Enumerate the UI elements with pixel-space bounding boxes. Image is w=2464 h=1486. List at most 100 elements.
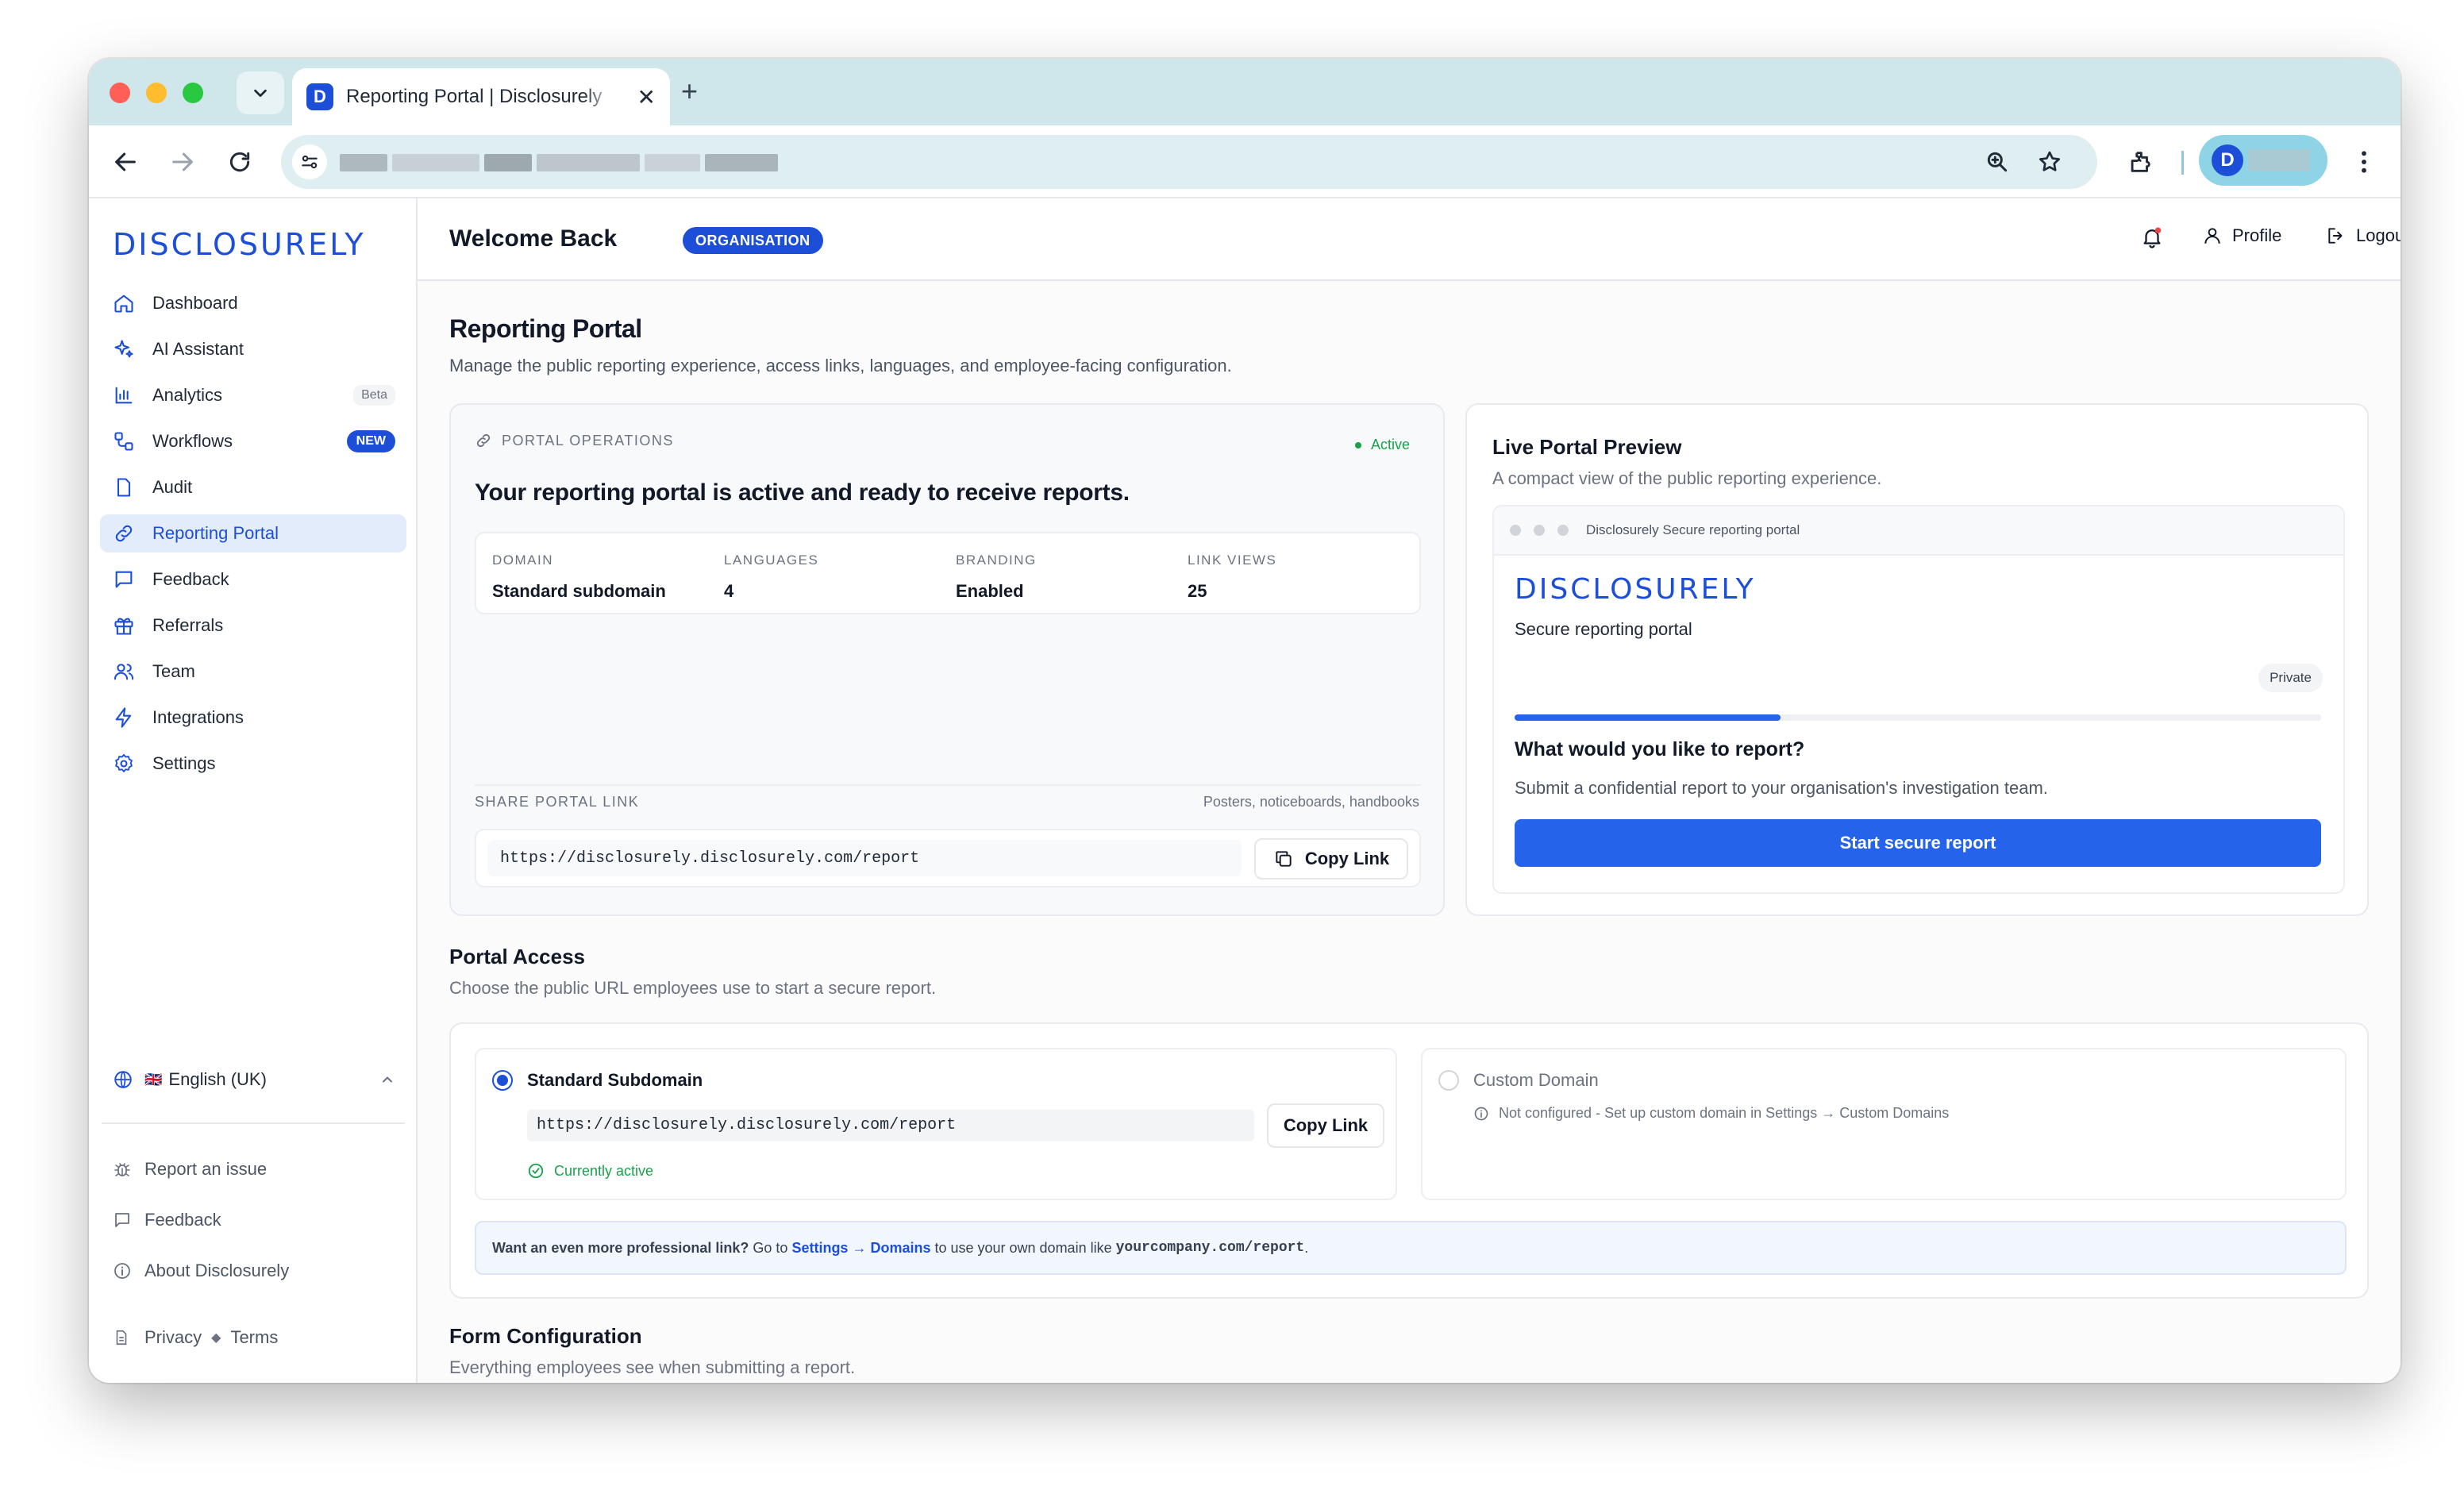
page-title: Reporting Portal [449,314,642,343]
extensions-icon[interactable] [2124,146,2156,178]
standard-url[interactable]: https://disclosurely.disclosurely.com/re… [527,1110,1254,1141]
sidebar-item-label: Feedback [152,569,229,589]
sidebar-item-label: Integrations [152,707,244,727]
brand-logo[interactable]: DISCLOSURELY [113,227,366,262]
stat-value: Enabled [956,581,1024,601]
message-icon [113,1211,137,1230]
sidebar-item-reporting-portal[interactable]: Reporting Portal [100,514,406,552]
new-badge: NEW [346,430,395,452]
back-icon[interactable] [110,146,141,178]
custom-radio[interactable] [1438,1070,1459,1091]
reload-icon[interactable] [224,146,256,178]
share-hint: Posters, noticeboards, handbooks [1203,794,1419,810]
info-icon [1474,1107,1488,1120]
sidebar-item-dashboard[interactable]: Dashboard [100,284,406,322]
report-issue-link[interactable]: Report an issue [113,1159,267,1180]
zoom-icon[interactable] [1981,146,2013,178]
site-info-icon[interactable] [292,144,327,179]
stat-label: DOMAIN [492,552,553,568]
document-icon [111,475,137,500]
notifications-button[interactable] [2140,225,2164,249]
maximize-window-button[interactable] [183,83,203,103]
top-bar: Welcome Back ORGANISATION Profile Logout [418,198,2400,281]
gift-icon [111,613,137,638]
new-tab-button[interactable]: + [681,75,698,108]
progress-track [1515,714,2321,721]
sidebar-item-audit[interactable]: Audit [100,468,406,506]
preview-window-bar: Disclosurely Secure reporting portal [1494,506,2343,556]
document-icon [113,1329,137,1346]
stats-grid: DOMAIN Standard subdomain LANGUAGES 4 BR… [475,532,1421,614]
sidebar-item-team[interactable]: Team [100,653,406,691]
check-circle-icon [528,1163,544,1179]
sidebar-item-ai-assistant[interactable]: AI Assistant [100,330,406,368]
settings-domains-link[interactable]: Settings → Domains [791,1240,930,1257]
custom-label: Custom Domain [1473,1070,1599,1090]
profile-chip[interactable]: D [2199,135,2327,186]
window-dot [1557,525,1569,536]
tab-strip: D Reporting Portal | Disclosurely ✕ + [89,59,2400,125]
close-window-button[interactable] [110,83,130,103]
standard-radio[interactable] [492,1070,513,1091]
window-dot [1510,525,1521,536]
status-badge: Active [1354,437,1410,453]
copy-icon [1276,851,1292,867]
sidebar-item-label: Analytics [152,385,223,405]
gear-icon [111,751,137,776]
terms-link[interactable]: Terms [230,1327,278,1348]
preview-window: Disclosurely Secure reporting portal DIS… [1492,505,2345,894]
tab-search-button[interactable] [237,71,284,114]
standard-copy-button[interactable]: Copy Link [1267,1103,1384,1148]
divider [102,1122,405,1124]
minimize-window-button[interactable] [146,83,167,103]
language-label: English (UK) [168,1069,267,1089]
start-report-button[interactable]: Start secure report [1515,819,2321,867]
feedback-label: Feedback [144,1210,221,1230]
stat-label: BRANDING [956,552,1037,568]
address-bar[interactable] [281,135,2097,189]
feedback-link[interactable]: Feedback [113,1210,221,1230]
tip-example-domain: yourcompany.com/report [1115,1240,1305,1256]
bookmark-star-icon[interactable] [2034,146,2066,178]
sidebar-item-referrals[interactable]: Referrals [100,606,406,645]
browser-toolbar: D [89,125,2400,198]
sidebar-item-settings[interactable]: Settings [100,745,406,783]
currently-active-status: Currently active [527,1162,653,1180]
sidebar-item-analytics[interactable]: Analytics Beta [100,376,406,414]
sidebar-item-workflows[interactable]: Workflows NEW [100,422,406,460]
favicon: D [306,83,333,110]
portal-url[interactable]: https://disclosurely.disclosurely.com/re… [487,840,1242,876]
sidebar-item-label: Audit [152,477,193,497]
progress-fill [1515,714,1781,721]
form-config-title: Form Configuration [449,1324,642,1348]
page-subtitle: Manage the public reporting experience, … [449,356,1232,375]
link-icon [111,521,137,546]
profile-button[interactable]: Profile [2202,225,2281,246]
stat-link-views: LINK VIEWS 25 [1188,552,1276,602]
privacy-link[interactable]: Privacy [144,1327,202,1348]
sidebar-item-label: Referrals [152,615,224,635]
tab-reporting-portal[interactable]: D Reporting Portal | Disclosurely ✕ [292,68,670,125]
language-selector[interactable]: 🇬🇧 English (UK) [113,1064,395,1095]
home-icon [111,291,137,316]
portal-access-subtitle: Choose the public URL employees use to s… [449,978,937,998]
custom-domain-option[interactable]: Custom Domain Not configured - Set up cu… [1421,1048,2347,1200]
stat-label: LANGUAGES [724,552,819,568]
logout-button[interactable]: Logout [2326,225,2400,246]
operations-caption-label: PORTAL OPERATIONS [502,432,674,448]
sidebar-item-label: Team [152,661,195,681]
avatar: D [2212,144,2243,176]
sidebar-item-integrations[interactable]: Integrations [100,699,406,737]
operations-headline: Your reporting portal is active and read… [475,479,1130,506]
browser-menu-icon[interactable] [2348,146,2380,178]
about-link[interactable]: About Disclosurely [113,1261,289,1281]
sidebar-item-label: Dashboard [152,293,238,313]
copy-link-button[interactable]: Copy Link [1254,838,1408,880]
close-tab-icon[interactable]: ✕ [637,84,656,110]
sidebar-item-feedback[interactable]: Feedback [100,560,406,599]
sidebar-item-label: AI Assistant [152,339,244,359]
sidebar-item-label: Workflows [152,431,233,451]
standard-subdomain-option[interactable]: Standard Subdomain https://disclosurely.… [475,1048,1397,1200]
status-label: Active [1370,437,1410,452]
forward-icon[interactable] [167,146,198,178]
